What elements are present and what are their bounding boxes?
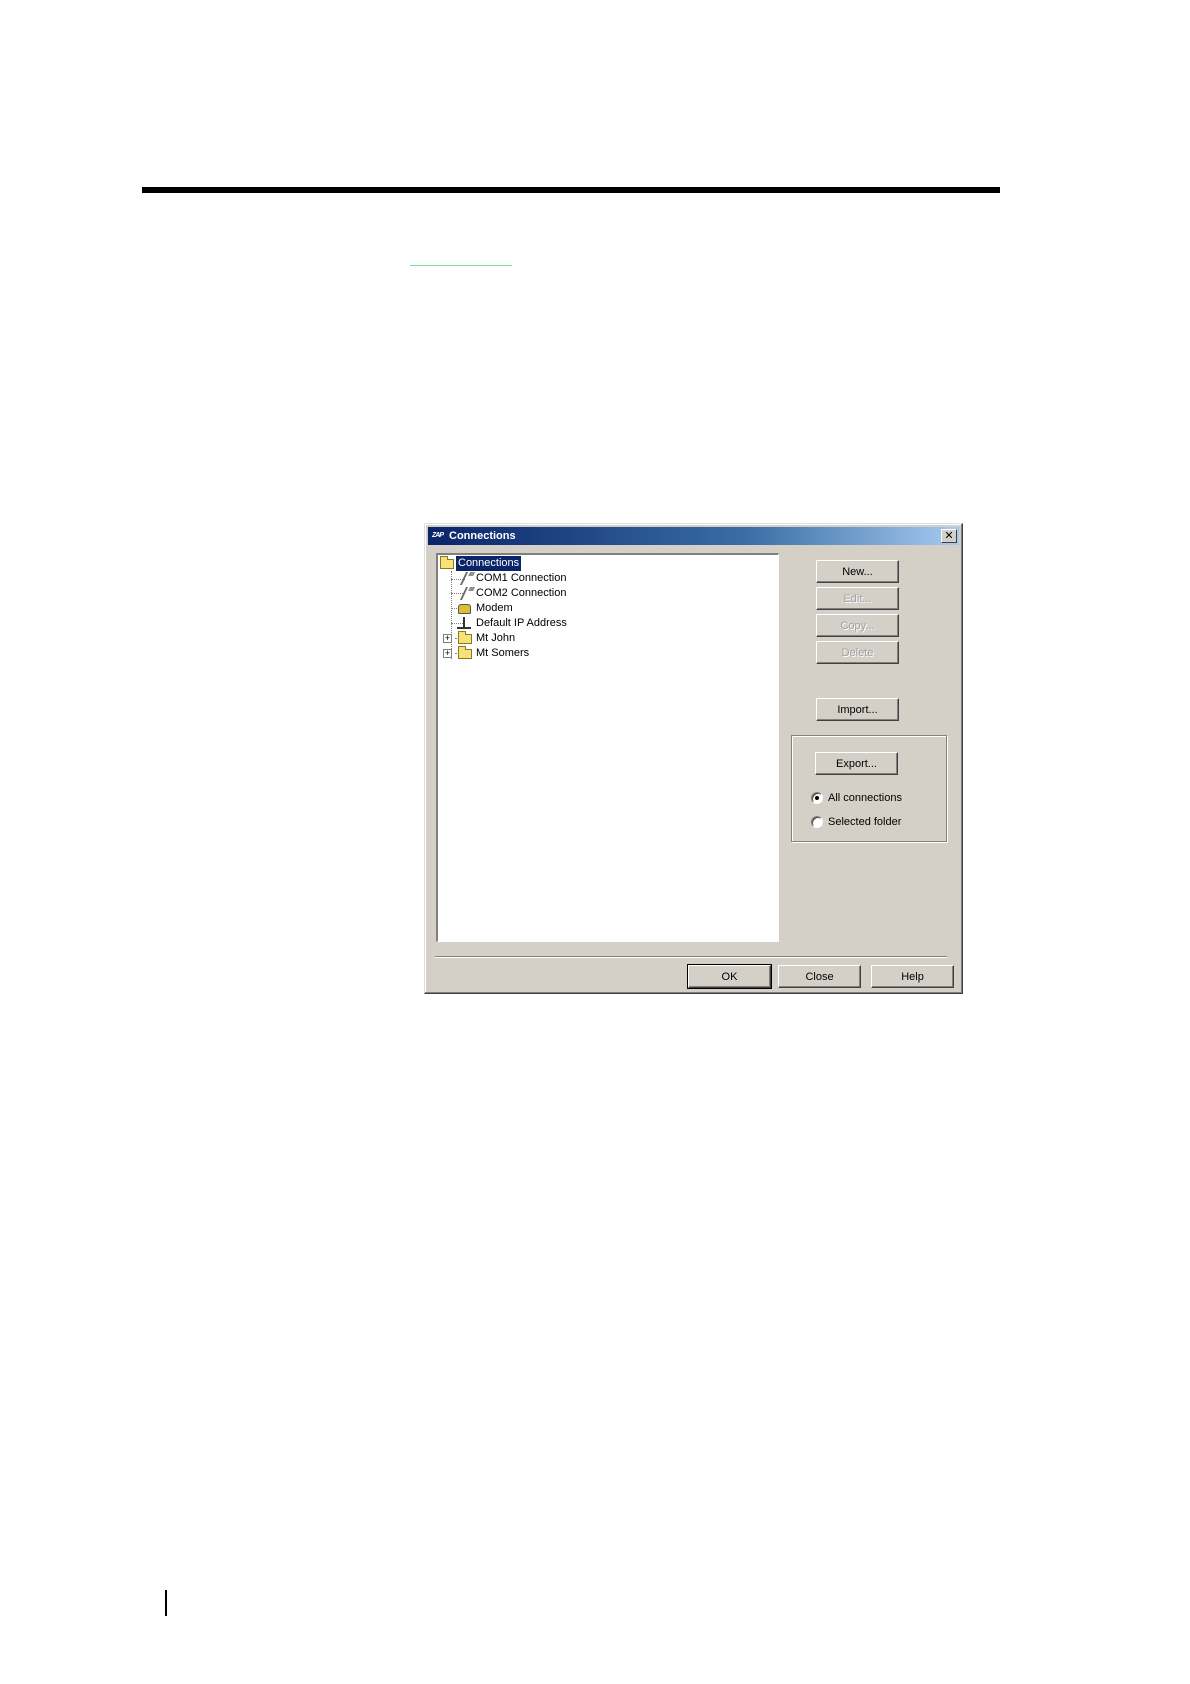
modem-icon <box>458 604 471 614</box>
expand-icon[interactable]: + <box>443 649 452 658</box>
network-icon <box>457 617 471 630</box>
close-icon: ✕ <box>944 530 954 542</box>
tree-item-label: COM2 Connection <box>476 587 567 599</box>
delete-button[interactable]: Delete <box>816 641 899 664</box>
new-button[interactable]: New... <box>816 560 899 583</box>
dialog-title: Connections <box>449 530 516 542</box>
radio-button[interactable] <box>811 816 823 828</box>
edit-button[interactable]: Edit... <box>816 587 899 610</box>
tree-item-label: Modem <box>476 602 513 614</box>
radio-button-checked[interactable] <box>811 792 823 804</box>
tree-item-label: COM1 Connection <box>476 572 567 584</box>
import-button[interactable]: Import... <box>816 698 899 721</box>
connections-tree[interactable]: Connections COM1 Connection COM2 Connect… <box>436 553 779 942</box>
copy-button[interactable]: Copy... <box>816 614 899 637</box>
app-logo-icon: ZAP <box>432 532 444 539</box>
page-header-rule <box>142 187 1000 193</box>
ok-button[interactable]: OK <box>687 964 772 989</box>
close-window-button[interactable]: ✕ <box>941 529 957 543</box>
link-underline <box>410 265 512 266</box>
tree-connector-line <box>451 571 452 659</box>
export-group: Export... All connections Selected folde… <box>791 735 947 842</box>
tree-item-label: Connections <box>454 555 523 572</box>
title-bar[interactable]: ZAP Connections ✕ <box>428 527 959 545</box>
help-button[interactable]: Help <box>871 965 954 988</box>
close-button[interactable]: Close <box>778 965 861 988</box>
radio-label: All connections <box>828 792 902 804</box>
footer-separator <box>435 956 947 958</box>
export-button[interactable]: Export... <box>815 752 898 775</box>
connections-dialog: ZAP Connections ✕ Connections COM1 Conne… <box>424 523 963 994</box>
tree-item-label: Mt John <box>476 632 516 644</box>
radio-label: Selected folder <box>828 816 902 828</box>
tree-item-label: Default IP Address <box>476 617 567 629</box>
tree-item-label: Mt Somers <box>476 647 530 659</box>
folder-icon <box>458 646 472 659</box>
page-margin-bar <box>165 1590 167 1616</box>
expand-icon[interactable]: + <box>443 634 452 643</box>
folder-open-icon <box>440 556 454 569</box>
folder-icon <box>458 631 472 644</box>
